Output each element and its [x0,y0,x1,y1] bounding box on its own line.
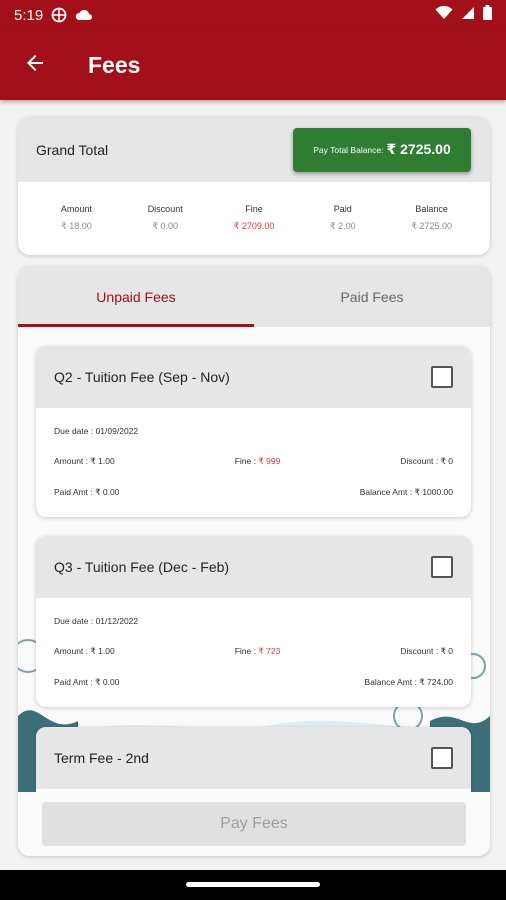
page-title: Fees [88,51,141,78]
fee-amount: Amount : ₹ 1.00 [54,456,115,466]
pay-fees-button[interactable]: Pay Fees [42,802,466,846]
fee-item-name: Q3 - Tuition Fee (Dec - Feb) [54,559,230,575]
fee-item-checkbox[interactable] [431,747,453,769]
fee-item-checkbox[interactable] [431,366,453,388]
fees-tabs: Unpaid Fees Paid Fees [18,266,490,327]
summary-label: Amount [60,204,92,214]
status-bar: 5:19 [0,0,506,30]
signal-icon [461,6,475,25]
wifi-icon [435,5,453,25]
fee-balance-amount: Balance Amt : ₹ 1000.00 [359,487,453,497]
back-button[interactable] [0,30,70,100]
fee-discount: Discount : ₹ 0 [400,646,453,656]
fee-fine: Fine : ₹ 723 [235,646,281,657]
home-gesture-handle[interactable] [186,882,320,887]
arrow-left-icon [23,51,47,80]
fee-due-date: Due date : 01/12/2022 [54,616,139,626]
grand-total-card: Grand Total Pay Total Balance: ₹ 2725.00… [18,117,490,255]
summary-paid: Paid ₹ 2.00 [298,204,387,232]
fee-item-checkbox[interactable] [431,556,453,578]
fee-item-details: Due date : 01/12/2022 Amount : ₹ 1.00 Fi… [36,598,471,688]
summary-amount: Amount ₹ 18.00 [32,204,121,232]
app-bar: Fees [0,30,506,100]
summary-label: Discount [147,204,183,214]
grand-total-header: Grand Total Pay Total Balance: ₹ 2725.00 [18,117,490,182]
fee-item: Q2 - Tuition Fee (Sep - Nov) Due date : … [36,346,471,517]
cloud-icon [75,8,93,22]
summary-fine: Fine ₹ 2709.00 [210,204,299,232]
fee-fine: Fine : ₹ 999 [235,456,281,467]
summary-label: Paid [333,204,352,214]
battery-icon [483,5,492,25]
fee-balance-amount: Balance Amt : ₹ 724.00 [364,677,453,687]
status-time: 5:19 [14,6,44,24]
summary-label: Balance [415,204,448,214]
fee-due-date: Due date : 01/09/2022 [54,426,139,436]
pay-total-balance-button[interactable]: Pay Total Balance: ₹ 2725.00 [293,127,471,172]
summary-value: ₹ 2709.00 [233,221,275,231]
fee-amount: Amount : ₹ 1.00 [54,646,115,656]
pay-total-balance-prefix: Pay Total Balance: [313,144,384,155]
fee-item-name: Q2 - Tuition Fee (Sep - Nov) [54,369,230,385]
fee-item-header: Q2 - Tuition Fee (Sep - Nov) [36,346,471,408]
summary-label: Fine [245,204,263,214]
summary-value: ₹ 0.00 [152,221,179,231]
grand-total-label: Grand Total [36,141,109,158]
tab-paid-fees[interactable]: Paid Fees [254,266,490,327]
summary-balance: Balance ₹ 2725.00 [387,204,476,232]
fee-item: Q3 - Tuition Fee (Dec - Feb) Due date : … [36,536,471,707]
fee-fine-value: ₹ 999 [258,456,281,466]
fee-item-name: Term Fee - 2nd [54,750,149,766]
fee-paid-amount: Paid Amt : ₹ 0.00 [54,487,120,497]
navigation-bar [0,870,506,900]
fee-item-header: Q3 - Tuition Fee (Dec - Feb) [36,536,471,598]
vpn-globe-icon [51,7,67,23]
summary-value: ₹ 2725.00 [411,221,452,231]
fee-paid-amount: Paid Amt : ₹ 0.00 [54,677,120,687]
fees-list-card: Unpaid Fees Paid Fees Q2 - Tuition Fee (… [18,266,490,856]
summary-discount: Discount ₹ 0.00 [121,204,210,232]
fee-item-header: Term Fee - 2nd [36,727,471,789]
tab-unpaid-fees[interactable]: Unpaid Fees [18,266,254,327]
fee-fine-value: ₹ 723 [258,646,281,656]
fee-item-details: Due date : 01/09/2022 Amount : ₹ 1.00 Fi… [36,408,471,498]
summary-value: ₹ 2.00 [329,221,356,231]
pay-total-balance-amount: ₹ 2725.00 [386,141,451,157]
fee-fine-label: Fine : [234,456,256,466]
fee-summary: Amount ₹ 18.00 Discount ₹ 0.00 Fine ₹ 27… [18,182,490,232]
fee-discount: Discount : ₹ 0 [400,456,453,466]
fee-fine-label: Fine : [234,646,256,656]
summary-value: ₹ 18.00 [61,221,92,231]
